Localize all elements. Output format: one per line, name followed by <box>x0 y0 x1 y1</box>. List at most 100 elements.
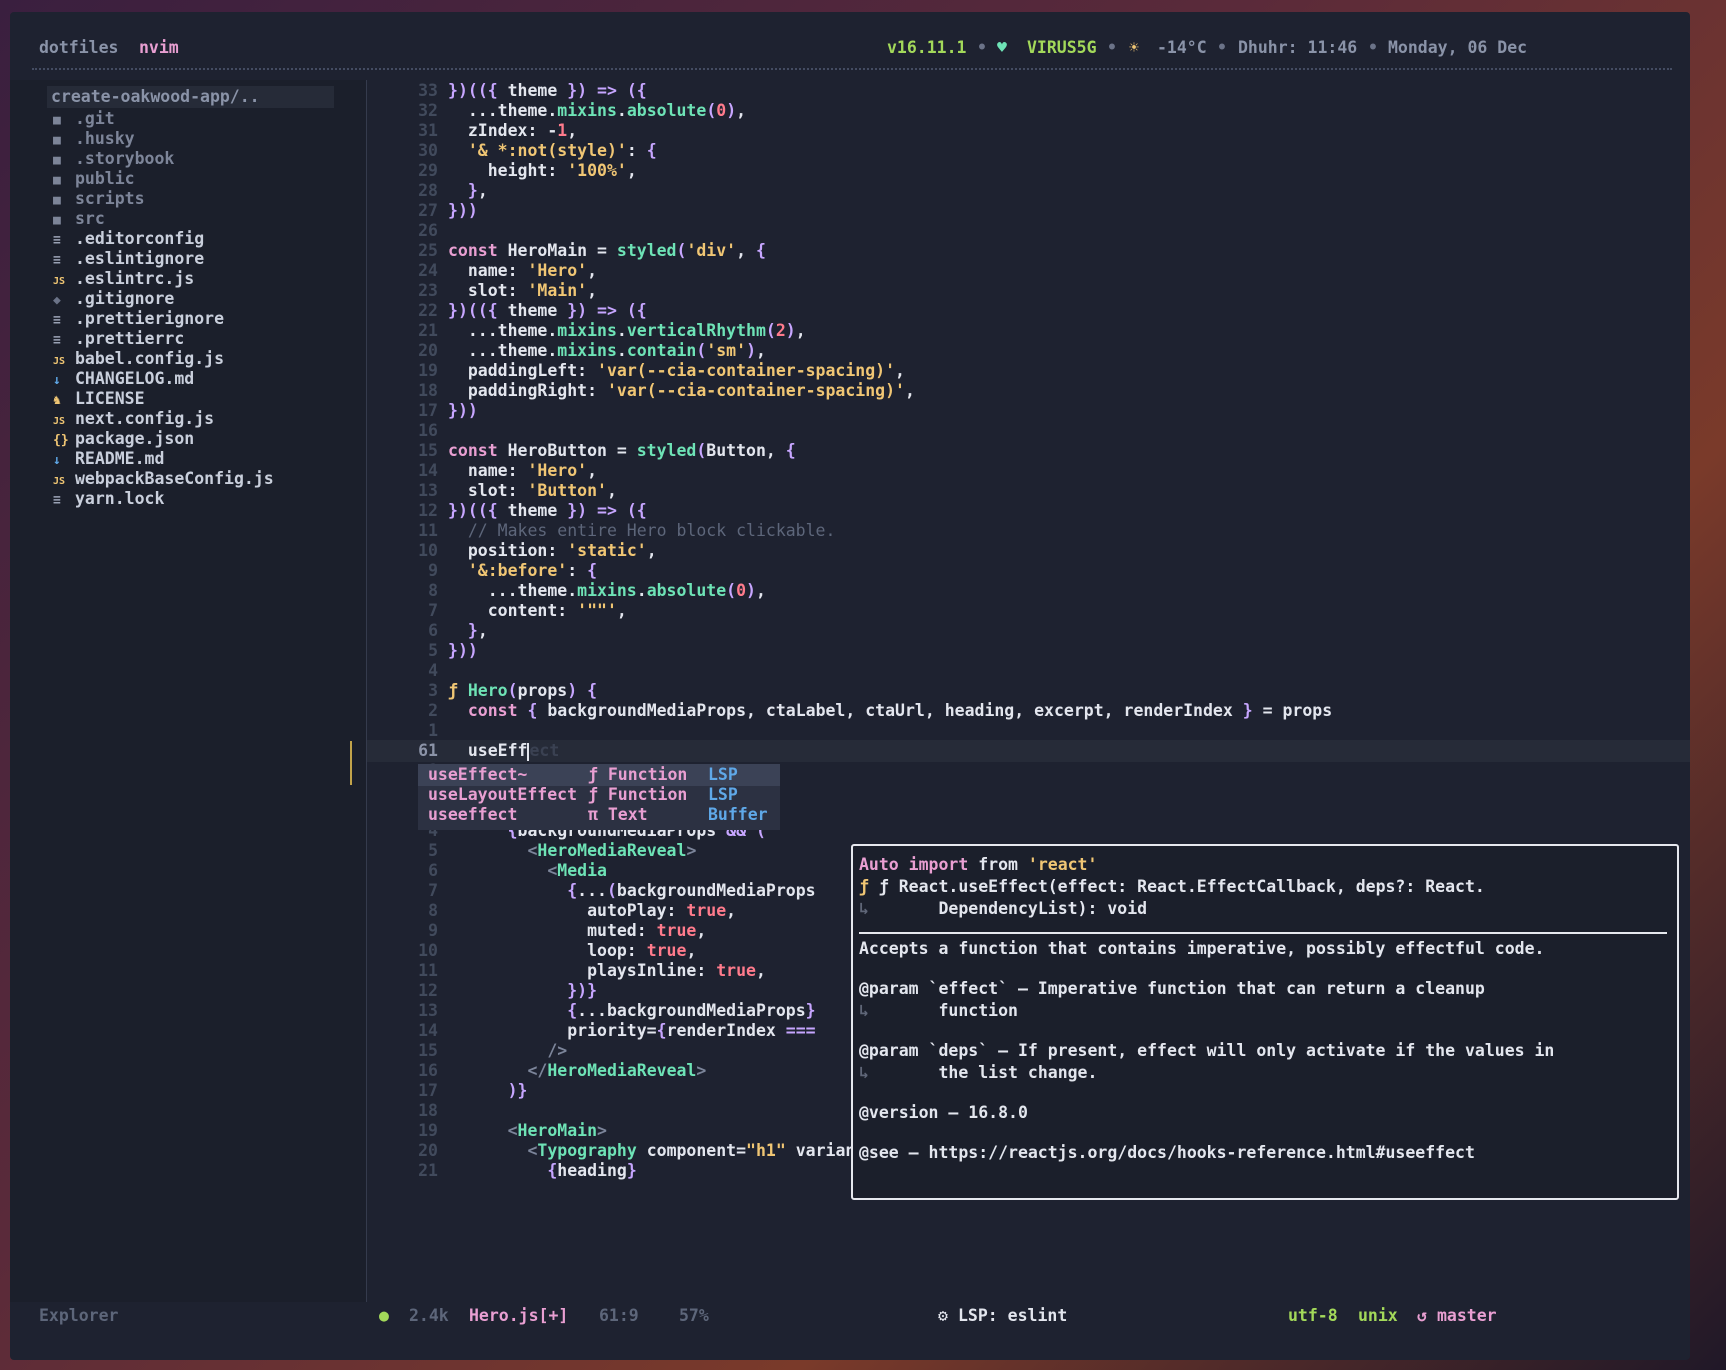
line-number: 32 <box>418 101 438 120</box>
tab-dotfiles[interactable]: dotfiles <box>39 38 118 57</box>
explorer-item[interactable]: ≡ .eslintignore <box>53 248 204 270</box>
explorer-item[interactable]: ■ .husky <box>53 128 135 150</box>
code-line[interactable]: 14 name: 'Hero', <box>367 460 1690 482</box>
code-text: '&:before': { <box>467 561 598 580</box>
explorer-item[interactable]: {} package.json <box>53 428 194 450</box>
explorer-item[interactable]: ≡ yarn.lock <box>53 488 164 510</box>
completion-item[interactable]: useLayoutEffect ƒ Function LSP <box>418 784 780 806</box>
code-text: content: '""', <box>448 601 627 620</box>
line-number: 17 <box>418 1081 438 1100</box>
code-line[interactable]: 22})(({ theme }) => ({ <box>367 300 1690 322</box>
code-line[interactable]: 27})) <box>367 200 1690 222</box>
explorer-item-label: .git <box>75 109 115 128</box>
code-line[interactable]: 18 paddingRight: 'var(--cia-container-sp… <box>367 380 1690 402</box>
code-line[interactable]: 2 const { backgroundMediaProps, ctaLabel… <box>367 700 1690 722</box>
code-text: /> <box>547 1041 568 1060</box>
status-lsp[interactable]: LSP: eslint <box>958 1306 1067 1325</box>
code-line[interactable]: 9 '&:before': { <box>367 560 1690 582</box>
node-version: v16.11.1 <box>887 38 967 57</box>
doc-param-deps: @param `deps` — If present, effect will … <box>859 1041 1555 1060</box>
code-line[interactable]: 31 zIndex: -1, <box>367 120 1690 142</box>
code-text: })(({ theme }) => ({ <box>448 501 647 520</box>
code-line[interactable]: 12 })(({ theme }) => ({ <box>367 500 1690 522</box>
status-encoding: utf-8 <box>1288 1306 1338 1325</box>
explorer-item[interactable]: ◆ .gitignore <box>53 288 174 310</box>
code-line[interactable]: 30 '& *:not(style)': { <box>367 140 1690 162</box>
explorer-item[interactable]: JS webpackBaseConfig.js <box>53 468 274 490</box>
code-line[interactable]: 8 ...theme.mixins.absolute(0), <box>367 580 1690 602</box>
explorer-item[interactable]: ↓ CHANGELOG.md <box>53 368 194 390</box>
explorer-item-label: public <box>75 169 135 188</box>
statusline: Explorer ● 2.4k Hero.js[+] 61:9 57% ⚙ LS… <box>10 1302 1690 1330</box>
code-line[interactable]: 5})) <box>367 640 1690 662</box>
explorer-item[interactable]: ■ public <box>53 168 135 190</box>
line-number: 5 <box>428 641 438 660</box>
code-line[interactable]: 23 slot: 'Main', <box>367 280 1690 302</box>
explorer-root[interactable]: create-oakwood-app/.. <box>47 86 334 108</box>
explorer-item[interactable]: ♞ LICENSE <box>53 388 145 410</box>
code-line[interactable]: 11 // Makes entire Hero block clickable. <box>367 520 1690 542</box>
code-line[interactable]: 13 slot: 'Button', <box>367 480 1690 502</box>
explorer-item[interactable]: JS .eslintrc.js <box>53 268 194 290</box>
status-filename: Hero.js[+] <box>469 1306 569 1325</box>
explorer-item[interactable]: ■ .storybook <box>53 148 174 170</box>
line-number: 26 <box>418 221 438 240</box>
code-line[interactable]: 4 <box>367 660 1690 682</box>
line-number: 13 <box>418 1001 438 1020</box>
code-line[interactable]: 3 ƒ Hero(props) { <box>367 680 1690 702</box>
code-line-cursor[interactable]: 61 useEff ect <box>367 740 1690 762</box>
explorer-item[interactable]: ↓ README.md <box>53 448 164 470</box>
code-line[interactable]: 26 <box>367 220 1690 242</box>
code-line[interactable]: 32 ...theme.mixins.absolute(0), <box>367 100 1690 122</box>
code-text: slot: 'Button', <box>448 481 617 500</box>
code-line[interactable]: 21 ...theme.mixins.verticalRhythm(2), <box>367 320 1690 342</box>
tab-nvim[interactable]: nvim <box>139 38 179 57</box>
code-line[interactable]: 24 name: 'Hero', <box>367 260 1690 282</box>
line-number: 20 <box>418 1141 438 1160</box>
code-text: const HeroMain = styled('div', { <box>448 241 766 260</box>
line-number: 10 <box>418 941 438 960</box>
explorer-item[interactable]: ■ .git <box>53 108 115 130</box>
tabline-divider <box>32 68 1672 70</box>
code-text: ...theme.mixins.absolute(0), <box>448 581 766 600</box>
explorer-item[interactable]: ≡ .prettierignore <box>53 308 224 330</box>
line-number: 14 <box>418 1021 438 1040</box>
code-text: </HeroMediaReveal> <box>527 1061 707 1080</box>
status-branch[interactable]: master <box>1437 1306 1497 1325</box>
code-text: ƒ Hero(props) { <box>448 681 598 700</box>
code-line[interactable]: 7 content: '""', <box>367 600 1690 622</box>
code-line[interactable]: 16 <box>367 420 1690 442</box>
code-line[interactable]: 28 }, <box>367 180 1690 202</box>
doc-separator <box>859 932 1667 934</box>
code-line[interactable]: 19 paddingLeft: 'var(--cia-container-spa… <box>367 360 1690 382</box>
completion-menu[interactable]: useEffect~ ƒ Function LSP useLayoutEffect ƒ … <box>418 764 780 830</box>
code-line[interactable]: 20 ...theme.mixins.contain('sm'), <box>367 340 1690 362</box>
code-line[interactable]: 17})) <box>367 400 1690 422</box>
explorer-item[interactable]: ≡ .editorconfig <box>53 228 204 250</box>
code-line[interactable]: 25 const HeroMain = styled('div', { <box>367 240 1690 262</box>
line-number: 24 <box>418 261 438 280</box>
line-number: 12 <box>418 501 438 520</box>
line-number: 2 <box>428 701 438 720</box>
explorer-item[interactable]: JS next.config.js <box>53 408 214 430</box>
code-line[interactable]: 10 position: 'static', <box>367 540 1690 562</box>
explorer-item[interactable]: ■ scripts <box>53 188 145 210</box>
doc-see-link[interactable]: @see — https://reactjs.org/docs/hooks-re… <box>859 1142 1475 1164</box>
code-text: })) <box>448 201 478 220</box>
code-line[interactable]: 15 const HeroButton = styled(Button, { <box>367 440 1690 462</box>
completion-item[interactable]: useEffect~ ƒ Function LSP <box>418 764 780 786</box>
code-line[interactable]: 6 }, <box>367 620 1690 642</box>
completion-item[interactable]: useeffect π Text Buffer <box>418 804 780 826</box>
explorer-item-label: next.config.js <box>75 409 215 428</box>
heart-icon: ♥ <box>997 38 1007 57</box>
sun-icon: ☀ <box>1129 38 1139 57</box>
file-explorer: create-oakwood-app/.. ■ .git ■ .husky ■ .stor… <box>10 80 367 1312</box>
code-line[interactable]: 1 <box>367 720 1690 742</box>
code-line[interactable]: 29 height: '100%', <box>367 160 1690 182</box>
explorer-item[interactable]: ■ src <box>53 208 105 230</box>
separator-dot: • <box>1107 38 1117 57</box>
explorer-item[interactable]: ≡ .prettierrc <box>53 328 184 350</box>
code-line[interactable]: 33})(({ theme }) => ({ <box>367 80 1690 102</box>
line-number: 29 <box>418 161 438 180</box>
explorer-item[interactable]: JS babel.config.js <box>53 348 224 370</box>
